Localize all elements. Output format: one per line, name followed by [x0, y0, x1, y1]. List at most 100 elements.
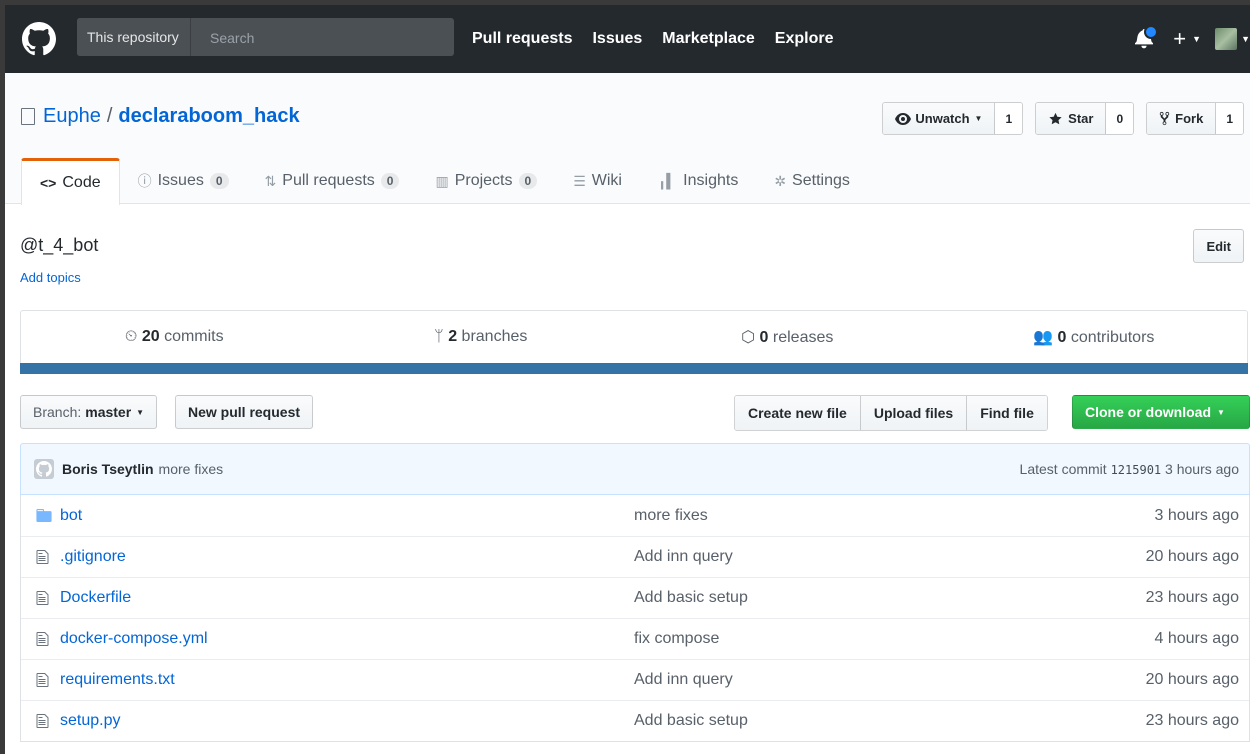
numbers-summary: ⏲ 20 commits ᛘ 2 branches ⬡ 0 releases 👥… [20, 310, 1248, 374]
table-row: bot more fixes 3 hours ago [21, 495, 1249, 536]
commit-age: 3 hours ago [1165, 461, 1239, 477]
author-avatar[interactable] [34, 459, 54, 479]
clone-or-download-button[interactable]: Clone or download ▼ [1072, 395, 1250, 429]
branch-name: master [85, 404, 132, 420]
file-name-link[interactable]: setup.py [60, 712, 634, 730]
create-caret-icon[interactable]: ▼ [1192, 34, 1201, 44]
commit-message-link[interactable]: more fixes [159, 461, 224, 477]
github-logo-icon [36, 461, 52, 477]
folder-icon [36, 509, 52, 522]
file-name-link[interactable]: requirements.txt [60, 671, 634, 689]
edit-description-button[interactable]: Edit [1193, 229, 1244, 263]
file-icon [36, 631, 52, 647]
branches-count: 2 [448, 328, 458, 345]
file-commit-message[interactable]: Add basic setup [634, 712, 1054, 730]
github-logo-icon[interactable] [22, 22, 56, 56]
latest-commit-label: Latest commit [1019, 461, 1107, 477]
file-commit-message[interactable]: fix compose [634, 630, 1054, 648]
file-age: 23 hours ago [1145, 712, 1239, 729]
file-name-link[interactable]: bot [60, 507, 634, 525]
latest-commit-bar: Boris Tseytlin more fixes Latest commit … [20, 443, 1250, 495]
commit-sha-link[interactable]: 1215901 [1111, 463, 1162, 477]
tab-label: Insights [683, 172, 739, 189]
watchers-count[interactable]: 1 [995, 103, 1023, 134]
nav-explore[interactable]: Explore [775, 30, 834, 48]
file-name-link[interactable]: Dockerfile [60, 589, 634, 607]
file-commit-message[interactable]: more fixes [634, 507, 1054, 525]
add-topics-link[interactable]: Add topics [20, 270, 81, 285]
contributors-link[interactable]: 👥 0 contributors [941, 327, 1248, 347]
user-menu-caret-icon[interactable]: ▼ [1241, 34, 1250, 44]
file-age: 23 hours ago [1145, 589, 1239, 606]
releases-link[interactable]: ⬡ 0 releases [634, 327, 941, 347]
language-bar[interactable] [20, 363, 1248, 374]
tab-pull-requests[interactable]: ⇅ Pull requests 0 [247, 158, 418, 204]
tab-label: Code [62, 174, 101, 191]
file-icon [36, 713, 52, 729]
file-name-link[interactable]: .gitignore [60, 548, 634, 566]
header-nav: Pull requests Issues Marketplace Explore [472, 5, 853, 73]
upload-files-button[interactable]: Upload files [860, 396, 968, 430]
project-icon: ▥ [435, 172, 449, 189]
repo-owner-link[interactable]: Euphe [43, 105, 101, 128]
tab-counter: 0 [518, 173, 538, 189]
create-new-icon[interactable]: + [1173, 26, 1186, 52]
chevron-down-icon: ▼ [1217, 407, 1225, 417]
tab-insights[interactable]: ╻▍ Insights [640, 158, 756, 204]
commits-link[interactable]: ⏲ 20 commits [21, 328, 328, 346]
find-file-button[interactable]: Find file [967, 396, 1047, 430]
create-new-file-button[interactable]: Create new file [735, 396, 861, 430]
unread-indicator [1144, 25, 1159, 39]
new-pull-request-button[interactable]: New pull request [175, 395, 314, 429]
file-commit-message[interactable]: Add basic setup [634, 589, 1054, 607]
fork-icon [1159, 111, 1170, 126]
branch-select-button[interactable]: Branch: master ▼ [20, 395, 158, 429]
table-row: Dockerfile Add basic setup 23 hours ago [21, 577, 1249, 618]
clone-label: Clone or download [1085, 404, 1211, 420]
fork-label: Fork [1175, 111, 1204, 126]
tab-issues[interactable]: ⓘ Issues 0 [120, 158, 247, 204]
gear-icon: ✲ [774, 172, 787, 189]
star-button[interactable]: Star [1036, 103, 1107, 134]
tab-settings[interactable]: ✲ Settings [756, 158, 868, 204]
tab-projects[interactable]: ▥ Projects 0 [417, 158, 555, 204]
issue-icon: ⓘ [137, 173, 152, 189]
table-row: requirements.txt Add inn query 20 hours … [21, 659, 1249, 700]
unwatch-label: Unwatch [915, 111, 970, 126]
tab-wiki[interactable]: ☰ Wiki [555, 158, 640, 204]
user-avatar[interactable] [1215, 28, 1238, 50]
tab-label: Settings [792, 172, 850, 189]
stargazers-count[interactable]: 0 [1106, 103, 1134, 134]
commits-count: 20 [141, 328, 160, 345]
nav-issues[interactable]: Issues [592, 30, 642, 48]
branches-link[interactable]: ᛘ 2 branches [328, 328, 635, 346]
chevron-down-icon: ▼ [136, 407, 145, 417]
branch-icon: ᛘ [434, 328, 444, 345]
unwatch-button[interactable]: Unwatch ▼ [883, 103, 996, 134]
nav-pull-requests[interactable]: Pull requests [472, 30, 572, 48]
notifications-bell-icon[interactable] [1135, 25, 1159, 51]
watch-group: Unwatch ▼ 1 [882, 102, 1024, 135]
tab-counter: 0 [209, 173, 229, 189]
file-commit-message[interactable]: Add inn query [634, 548, 1054, 566]
file-age: 20 hours ago [1145, 671, 1239, 688]
code-icon: <> [40, 175, 57, 191]
file-list: bot more fixes 3 hours ago .gitignore Ad… [20, 495, 1250, 742]
tab-counter: 0 [380, 173, 400, 189]
table-row: .gitignore Add inn query 20 hours ago [21, 536, 1249, 577]
repo-name-link[interactable]: declaraboom_hack [118, 105, 299, 128]
commit-author-link[interactable]: Boris Tseytlin [62, 461, 154, 477]
latest-commit-info: Latest commit 1215901 3 hours ago [1020, 461, 1239, 477]
pr-icon: ⇅ [264, 172, 277, 189]
tab-code[interactable]: <> Code [21, 158, 120, 205]
file-icon [36, 590, 52, 606]
fork-button[interactable]: Fork [1147, 103, 1217, 134]
branch-prefix: Branch: [33, 404, 82, 420]
file-name-link[interactable]: docker-compose.yml [60, 630, 634, 648]
file-commit-message[interactable]: Add inn query [634, 671, 1054, 689]
forks-count[interactable]: 1 [1216, 103, 1243, 134]
commits-label: commits [164, 328, 224, 345]
nav-marketplace[interactable]: Marketplace [662, 30, 755, 48]
repo-actions: Unwatch ▼ 1 Star 0 Fork 1 [870, 102, 1244, 135]
search-input[interactable] [208, 18, 452, 56]
